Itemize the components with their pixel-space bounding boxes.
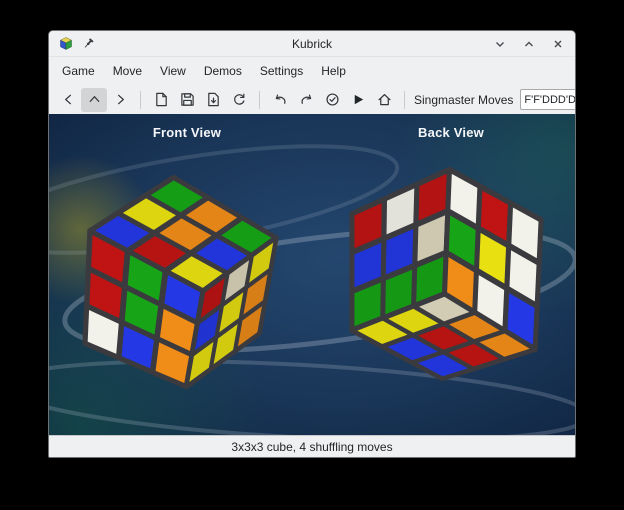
singmaster-moves-input[interactable] <box>520 89 576 110</box>
cube-viewport[interactable]: Front View Back View <box>49 114 575 435</box>
new-puzzle-button[interactable] <box>148 88 174 112</box>
menu-demos[interactable]: Demos <box>195 57 251 85</box>
refresh-button[interactable] <box>226 88 252 112</box>
titlebar[interactable]: Kubrick <box>49 31 575 57</box>
apply-button[interactable] <box>319 88 345 112</box>
up-button[interactable] <box>81 88 107 112</box>
chevron-up-icon <box>87 92 102 107</box>
export-document-icon <box>206 92 221 107</box>
menu-settings[interactable]: Settings <box>251 57 312 85</box>
undo-icon <box>273 92 288 107</box>
status-text: 3x3x3 cube, 4 shuffling moves <box>231 440 392 454</box>
menu-help[interactable]: Help <box>312 57 355 85</box>
front-cube[interactable] <box>85 177 276 386</box>
statusbar: 3x3x3 cube, 4 shuffling moves <box>49 435 575 457</box>
toolbar-separator <box>404 91 405 109</box>
undo-button[interactable] <box>267 88 293 112</box>
menubar: Game Move View Demos Settings Help <box>49 57 575 85</box>
menu-view[interactable]: View <box>151 57 195 85</box>
screenshot-stage: Kubrick Game Move View Demos Settings He… <box>0 0 624 510</box>
play-button[interactable] <box>345 88 371 112</box>
minimize-button[interactable] <box>492 36 508 52</box>
new-document-icon <box>154 92 169 107</box>
back-cube[interactable] <box>352 169 541 378</box>
home-icon <box>377 92 392 107</box>
export-button[interactable] <box>200 88 226 112</box>
cube-scene <box>49 114 575 435</box>
home-button[interactable] <box>371 88 397 112</box>
check-circle-icon <box>325 92 340 107</box>
singmaster-moves-label: Singmaster Moves <box>414 93 513 107</box>
front-view-label: Front View <box>153 125 221 140</box>
menu-game[interactable]: Game <box>53 57 104 85</box>
back-button[interactable] <box>55 88 81 112</box>
refresh-icon <box>232 92 247 107</box>
toolbar-separator <box>259 91 260 109</box>
save-icon <box>180 92 195 107</box>
kubrick-window: Kubrick Game Move View Demos Settings He… <box>48 30 576 458</box>
save-button[interactable] <box>174 88 200 112</box>
chevron-right-icon <box>113 92 128 107</box>
chevron-left-icon <box>61 92 76 107</box>
redo-button[interactable] <box>293 88 319 112</box>
kubrick-app-icon <box>58 36 74 52</box>
forward-button[interactable] <box>107 88 133 112</box>
toolbar-separator <box>140 91 141 109</box>
close-button[interactable] <box>550 36 566 52</box>
play-icon <box>351 92 366 107</box>
back-view-label: Back View <box>418 125 484 140</box>
menu-move[interactable]: Move <box>104 57 151 85</box>
pin-icon[interactable] <box>82 37 95 50</box>
redo-icon <box>299 92 314 107</box>
maximize-button[interactable] <box>521 36 537 52</box>
toolbar: Singmaster Moves <box>49 85 575 114</box>
